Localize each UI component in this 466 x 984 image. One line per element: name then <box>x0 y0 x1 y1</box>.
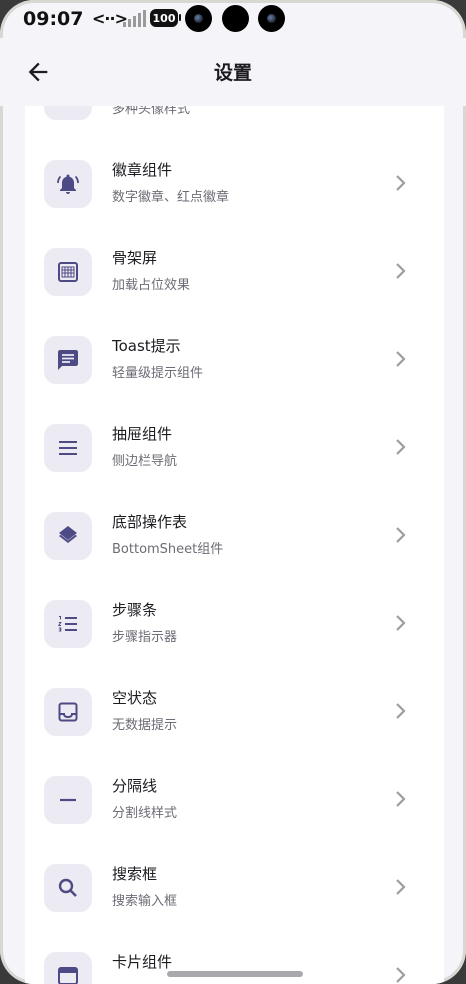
icon-container <box>44 688 92 736</box>
item-subtitle: 侧边栏导航 <box>112 454 178 469</box>
item-title: 徽章组件 <box>112 161 173 179</box>
chevron-right-icon <box>396 967 406 983</box>
chevron-right-icon <box>396 527 406 543</box>
skeleton-grid-icon <box>58 262 78 282</box>
item-title: 步骤条 <box>112 601 158 619</box>
chevron-right-icon <box>396 615 406 631</box>
bell-alert-icon <box>57 174 79 194</box>
chevron-right-icon <box>396 175 406 191</box>
chevron-right-icon <box>396 879 406 895</box>
icon-container <box>44 776 92 824</box>
item-title: 卡片组件 <box>112 953 173 971</box>
item-subtitle: 数字徽章、红点徽章 <box>112 190 230 205</box>
icon-container <box>44 864 92 912</box>
camera-cutout <box>222 5 249 32</box>
network-activity-icon: <··> <box>92 9 128 28</box>
chevron-right-icon <box>396 791 406 807</box>
list-item-divider[interactable]: 分隔线 分割线样式 <box>25 762 444 850</box>
icon-container <box>44 248 92 296</box>
numbered-list-icon <box>57 616 77 632</box>
chevron-right-icon <box>396 351 406 367</box>
list-item-empty-state[interactable]: 空状态 无数据提示 <box>25 674 444 762</box>
settings-list: 多种头像样式 徽章组件 数字徽章、红点徽章 骨架屏 加载占位效果 Toast提示… <box>25 106 444 984</box>
camera-icon <box>185 5 212 32</box>
list-item-bottom-sheet[interactable]: 底部操作表 BottomSheet组件 <box>25 498 444 586</box>
item-title: 骨架屏 <box>112 249 158 267</box>
item-subtitle: 加载占位效果 <box>112 278 191 293</box>
item-title: 底部操作表 <box>112 513 188 531</box>
battery-level: 100 <box>152 11 176 25</box>
icon-container <box>44 336 92 384</box>
item-subtitle: BottomSheet组件 <box>112 542 224 557</box>
icon-container <box>44 952 92 984</box>
home-indicator[interactable] <box>167 971 303 977</box>
item-subtitle: 分割线样式 <box>112 806 178 821</box>
signal-icon <box>123 9 147 27</box>
layers-icon <box>59 526 77 543</box>
search-icon <box>58 878 77 897</box>
page-title: 设置 <box>213 62 252 84</box>
phone-screen: 09:07 <··> 100 设置 多种头像样式 徽章组件 数字徽章、红点徽章 … <box>0 0 466 984</box>
item-title: 抽屉组件 <box>112 425 173 443</box>
icon-container <box>44 106 92 120</box>
item-title: Toast提示 <box>112 337 181 355</box>
message-icon <box>58 350 78 370</box>
item-subtitle: 多种头像样式 <box>112 106 191 117</box>
divider-icon <box>60 798 76 802</box>
camera-icon <box>258 5 285 32</box>
chevron-right-icon <box>396 263 406 279</box>
icon-container <box>44 512 92 560</box>
status-time: 09:07 <box>23 8 84 30</box>
item-subtitle: 无数据提示 <box>112 718 178 733</box>
item-title: 搜索框 <box>112 865 158 883</box>
avatar-icon <box>56 106 80 108</box>
icon-container <box>44 600 92 648</box>
list-item-skeleton[interactable]: 骨架屏 加载占位效果 <box>25 234 444 322</box>
item-subtitle: 轻量级提示组件 <box>112 366 204 381</box>
list-item-toast[interactable]: Toast提示 轻量级提示组件 <box>25 322 444 410</box>
item-subtitle: 搜索输入框 <box>112 894 178 909</box>
menu-icon <box>59 441 77 455</box>
battery-nub <box>179 14 181 21</box>
status-bar: 09:07 <··> 100 <box>0 0 466 38</box>
list-item-search[interactable]: 搜索框 搜索输入框 <box>25 850 444 938</box>
list-item-avatar[interactable]: 多种头像样式 <box>25 106 444 146</box>
chevron-right-icon <box>396 439 406 455</box>
list-item-badge[interactable]: 徽章组件 数字徽章、红点徽章 <box>25 146 444 234</box>
card-icon <box>58 967 78 984</box>
icon-container <box>44 160 92 208</box>
battery-icon: 100 <box>150 9 178 27</box>
inbox-icon <box>58 702 78 722</box>
chevron-right-icon <box>396 703 406 719</box>
app-bar: 设置 <box>0 38 466 106</box>
list-item-drawer[interactable]: 抽屉组件 侧边栏导航 <box>25 410 444 498</box>
list-item-card[interactable]: 卡片组件 <box>25 938 444 984</box>
item-title: 分隔线 <box>112 777 158 795</box>
item-title: 空状态 <box>112 689 158 707</box>
item-subtitle: 步骤指示器 <box>112 630 178 645</box>
icon-container <box>44 424 92 472</box>
list-item-steps[interactable]: 步骤条 步骤指示器 <box>25 586 444 674</box>
